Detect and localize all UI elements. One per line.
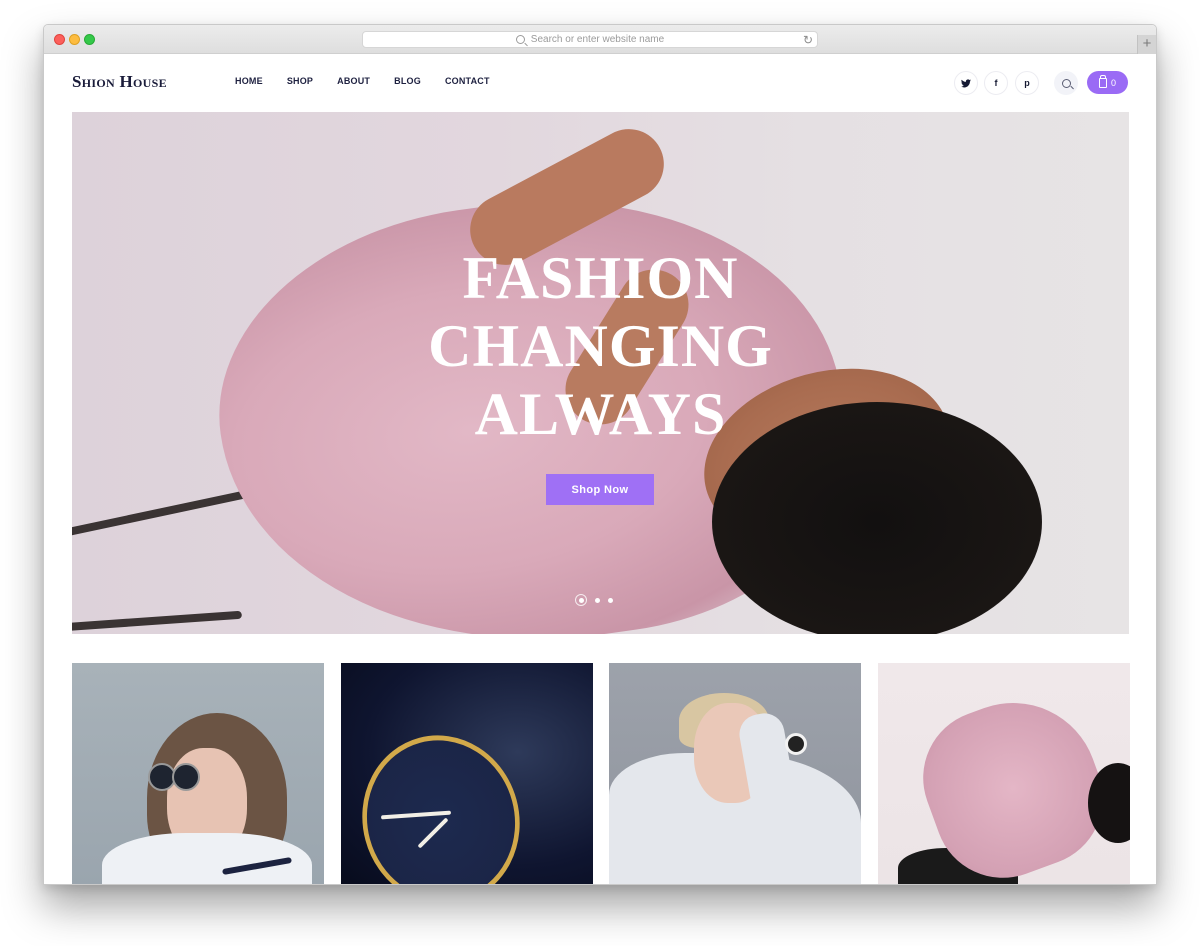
product-gallery: [72, 663, 1130, 884]
hero-title-line: CHANGING: [428, 313, 773, 379]
gallery-tile-pink-shirt[interactable]: [878, 663, 1130, 884]
site-search-button[interactable]: [1054, 71, 1078, 95]
tile-image-detail: [785, 733, 807, 755]
gallery-tile-smartwatch[interactable]: [609, 663, 861, 884]
site-header: Shion House HOME SHOP ABOUT BLOG CONTACT…: [44, 54, 1156, 112]
pinterest-icon: p: [1024, 78, 1030, 88]
slider-pagination: [575, 594, 613, 606]
facebook-icon: f: [994, 78, 998, 88]
site-logo[interactable]: Shion House: [72, 72, 167, 92]
cart-button[interactable]: 0: [1087, 71, 1128, 94]
facebook-button[interactable]: f: [984, 71, 1008, 95]
twitter-button[interactable]: [954, 71, 978, 95]
twitter-icon: [961, 78, 971, 87]
slider-dot-2[interactable]: [595, 597, 600, 603]
nav-shop[interactable]: SHOP: [287, 76, 313, 86]
hero-title-line: FASHION: [462, 245, 739, 311]
hero-slider: FASHION CHANGING ALWAYS Shop Now: [72, 112, 1129, 634]
address-bar[interactable]: Search or enter website name ↻: [362, 31, 818, 48]
nav-contact[interactable]: CONTACT: [445, 76, 490, 86]
slider-dot-3[interactable]: [608, 597, 613, 603]
tile-image-detail: [343, 717, 539, 884]
nav-blog[interactable]: BLOG: [394, 76, 421, 86]
hero-image-detail: [72, 610, 243, 632]
shopping-bag-icon: [1098, 74, 1107, 88]
browser-window: Search or enter website name ↻ + Shion H…: [43, 24, 1157, 885]
shop-now-button[interactable]: Shop Now: [546, 474, 654, 505]
hero-title-line: ALWAYS: [474, 381, 727, 447]
nav-home[interactable]: HOME: [235, 76, 263, 86]
hero-title: FASHION CHANGING ALWAYS: [72, 244, 1129, 448]
close-window-button[interactable]: [54, 34, 65, 45]
cart-count: 0: [1110, 77, 1116, 88]
maximize-window-button[interactable]: [84, 34, 95, 45]
gallery-tile-watch[interactable]: [341, 663, 593, 884]
main-nav: HOME SHOP ABOUT BLOG CONTACT: [235, 76, 514, 86]
slider-dot-1[interactable]: [575, 594, 587, 606]
reload-icon[interactable]: ↻: [803, 33, 813, 47]
gallery-tile-sunglasses[interactable]: [72, 663, 324, 884]
new-tab-button[interactable]: +: [1137, 35, 1156, 54]
browser-titlebar: Search or enter website name ↻ +: [44, 25, 1156, 54]
search-icon: [1061, 78, 1071, 88]
search-icon: [515, 35, 525, 44]
nav-about[interactable]: ABOUT: [337, 76, 370, 86]
tile-image-detail: [172, 763, 200, 791]
pinterest-button[interactable]: p: [1015, 71, 1039, 95]
minimize-window-button[interactable]: [69, 34, 80, 45]
address-bar-placeholder: Search or enter website name: [530, 34, 665, 45]
page: Search or enter website name ↻ + Shion H…: [0, 0, 1200, 946]
